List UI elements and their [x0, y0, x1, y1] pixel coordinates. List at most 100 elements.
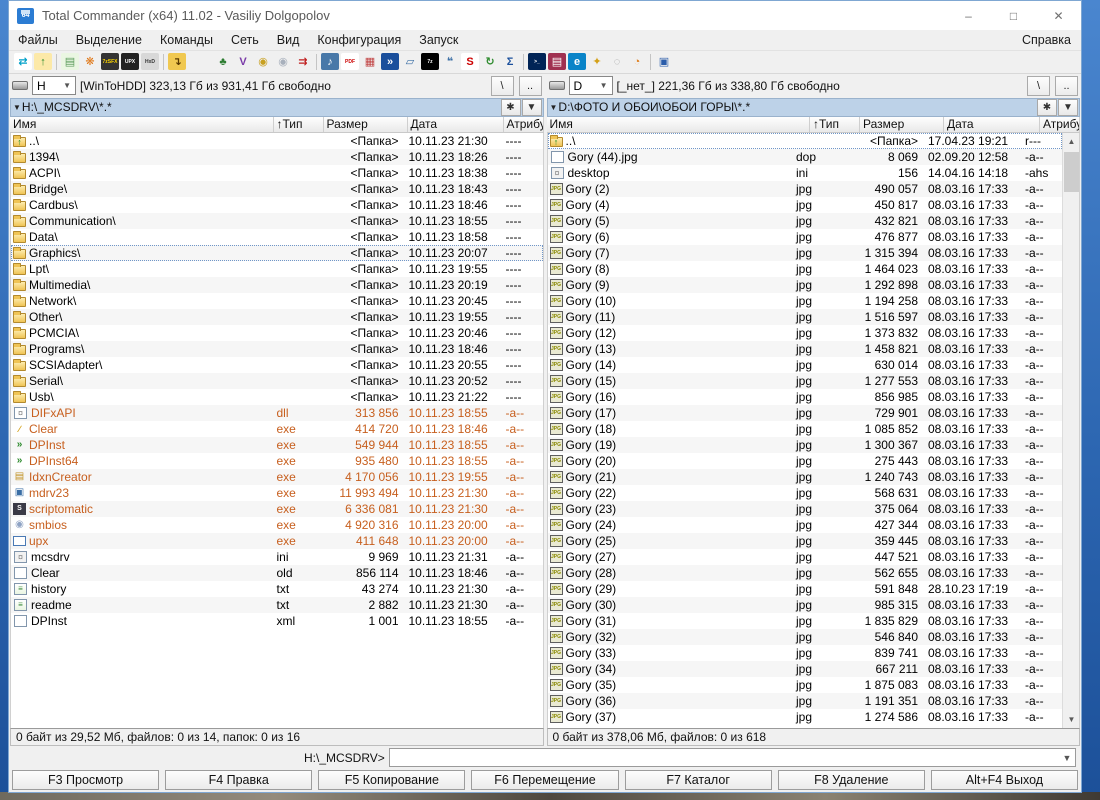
file-row[interactable]: JPG Gory (11) jpg 1 516 597 08.03.16 17:33 -a…: [547, 308, 1062, 325]
cd-silver-icon[interactable]: ◉: [274, 53, 292, 71]
left-drive-combo[interactable]: H ▼: [32, 76, 76, 96]
swap-panels-icon[interactable]: ⇄: [14, 53, 32, 71]
column-header-2[interactable]: Размер: [323, 116, 408, 132]
file-row[interactable]: JPG Gory (14) jpg 630 014 08.03.16 17:33 -a--: [548, 357, 1063, 373]
file-row[interactable]: JPG Gory (34) jpg 667 211 08.03.16 17:33 -a--: [547, 660, 1062, 677]
image-tool-icon[interactable]: ▦: [361, 53, 379, 71]
file-row[interactable]: Clear old 856 114 10.11.23 18:46 -a--: [11, 564, 543, 581]
file-row[interactable]: ▣ mdrv23 exe 11 993 494 10.11.23 21:30 -a--: [11, 485, 543, 501]
file-row[interactable]: DPInst xml 1 001 10.11.23 18:55 -a--: [11, 613, 543, 629]
speech-icon[interactable]: ❝: [441, 53, 459, 71]
scrollbar-thumb[interactable]: [1064, 151, 1079, 192]
upx-shell-icon[interactable]: UPX: [121, 53, 139, 71]
left-history-button[interactable]: ▼: [521, 98, 542, 116]
left-star-button[interactable]: ✱: [500, 98, 521, 116]
file-row[interactable]: ▤ IdxnCreator exe 4 170 056 10.11.23 19:55 -a…: [11, 468, 543, 485]
fn-button-1[interactable]: F4 Правка: [165, 770, 313, 790]
notes-icon[interactable]: ▤: [61, 53, 79, 71]
file-row[interactable]: JPG Gory (5) jpg 432 821 08.03.16 17:33 -a--: [547, 212, 1062, 229]
file-row[interactable]: ¤ DIFxAPI dll 313 856 10.11.23 18:55 -a--: [11, 404, 543, 421]
zip-folder-icon[interactable]: ▱: [401, 53, 419, 71]
menu-item-1[interactable]: Выделение: [67, 31, 151, 49]
scroll-up-icon[interactable]: ▲: [1063, 133, 1079, 150]
globe-icon[interactable]: ◌: [608, 53, 626, 71]
fn-button-6[interactable]: Alt+F4 Выход: [930, 770, 1078, 790]
fn-button-4[interactable]: F7 Каталог: [624, 770, 772, 790]
edge-icon[interactable]: e: [568, 53, 586, 71]
file-row[interactable]: Data\ <Папка> 10.11.23 18:58 ----: [11, 229, 543, 245]
file-row[interactable]: JPG Gory (30) jpg 985 315 08.03.16 17:33 -a--: [547, 596, 1062, 613]
file-row[interactable]: ↑ ..\ <Папка> 10.11.23 21:30 ----: [11, 133, 543, 149]
folder-up-icon[interactable]: ↑: [34, 53, 52, 71]
key-icon[interactable]: ✦: [588, 53, 606, 71]
mp3-icon[interactable]: ♪: [321, 53, 339, 71]
right-drive-combo[interactable]: D ▼: [568, 76, 613, 96]
file-row[interactable]: JPG Gory (15) jpg 1 277 553 08.03.16 17:33 -a…: [547, 372, 1062, 389]
file-row[interactable]: Cardbus\ <Папка> 10.11.23 18:46 ----: [11, 197, 543, 213]
file-row[interactable]: JPG Gory (21) jpg 1 240 743 08.03.16 17:33 -a…: [547, 468, 1062, 485]
fn-button-5[interactable]: F8 Удаление: [777, 770, 925, 790]
left-path-bar[interactable]: ▼ H:\_MCSDRV\*.* ✱ ▼: [10, 97, 544, 117]
file-row[interactable]: Serial\ <Папка> 10.11.23 20:52 ----: [11, 372, 543, 389]
file-row[interactable]: Usb\ <Папка> 10.11.23 21:22 ----: [11, 389, 543, 405]
right-star-button[interactable]: ✱: [1037, 98, 1057, 116]
menu-item-3[interactable]: Сеть: [222, 31, 268, 49]
file-row[interactable]: upx exe 411 648 10.11.23 20:00 -a--: [11, 532, 543, 549]
file-row[interactable]: Graphics\ <Папка> 10.11.23 20:07 ----: [11, 244, 543, 261]
column-header-1[interactable]: ↑Тип: [810, 116, 860, 132]
right-parent-button[interactable]: ..: [1055, 75, 1078, 96]
file-row[interactable]: JPG Gory (33) jpg 839 741 08.03.16 17:33 -a--: [548, 645, 1063, 661]
file-row[interactable]: JPG Gory (36) jpg 1 191 351 08.03.16 17:33 -a…: [547, 692, 1062, 709]
blue-arrows-icon[interactable]: »: [381, 53, 399, 71]
file-row[interactable]: » DPInst64 exe 935 480 10.11.23 18:55 -a--: [11, 453, 543, 469]
file-row[interactable]: 1394\ <Папка> 10.11.23 18:26 ----: [11, 148, 543, 165]
file-row[interactable]: JPG Gory (19) jpg 1 300 367 08.03.16 17:33 -a…: [547, 436, 1062, 453]
right-path-bar[interactable]: ▼ D:\ФОТО И ОБОИ\ОБОИ ГОРЫ\*.* ✱ ▼: [546, 97, 1080, 117]
right-history-button[interactable]: ▼: [1058, 98, 1078, 116]
file-row[interactable]: SCSIAdapter\ <Папка> 10.11.23 20:55 ----: [11, 357, 543, 373]
file-row[interactable]: JPG Gory (24) jpg 427 344 08.03.16 17:33 -a--: [548, 517, 1063, 533]
file-row[interactable]: Lpt\ <Папка> 10.11.23 19:55 ----: [11, 261, 543, 277]
left-parent-button[interactable]: ..: [518, 75, 542, 96]
compare-icon[interactable]: ⇉: [294, 53, 312, 71]
sigma-icon[interactable]: Σ: [501, 53, 519, 71]
menu-item-6[interactable]: Запуск: [410, 31, 467, 49]
minimize-button[interactable]: –: [946, 1, 991, 30]
column-header-2[interactable]: Размер: [860, 116, 944, 132]
file-row[interactable]: JPG Gory (4) jpg 450 817 08.03.16 17:33 -a--: [548, 197, 1063, 213]
sync-icon[interactable]: ↻: [481, 53, 499, 71]
fn-button-3[interactable]: F6 Перемещение: [471, 770, 619, 790]
7zip-icon[interactable]: 7z: [421, 53, 439, 71]
browser-icon[interactable]: ◔: [628, 53, 646, 71]
file-row[interactable]: » DPInst exe 549 944 10.11.23 18:55 -a--: [11, 436, 543, 453]
file-row[interactable]: ACPI\ <Папка> 10.11.23 18:38 ----: [11, 165, 543, 181]
file-row[interactable]: JPG Gory (27) jpg 447 521 08.03.16 17:33 -a--: [548, 549, 1063, 565]
file-row[interactable]: JPG Gory (35) jpg 1 875 083 08.03.16 17:33 -a…: [548, 677, 1063, 693]
file-row[interactable]: Network\ <Папка> 10.11.23 20:45 ----: [11, 293, 543, 309]
file-row[interactable]: JPG Gory (18) jpg 1 085 852 08.03.16 17:33 -a…: [548, 421, 1063, 437]
file-row[interactable]: JPG Gory (25) jpg 359 445 08.03.16 17:33 -a--: [547, 532, 1062, 549]
file-row[interactable]: JPG Gory (20) jpg 275 443 08.03.16 17:33 -a--: [548, 453, 1063, 469]
scroll-down-icon[interactable]: ▼: [1063, 711, 1079, 728]
cd-gold-icon[interactable]: ◉: [254, 53, 272, 71]
monitor-check-icon[interactable]: ▣: [655, 53, 673, 71]
file-row[interactable]: JPG Gory (23) jpg 375 064 08.03.16 17:33 -a--: [547, 500, 1062, 517]
file-row[interactable]: Sscriptomatic exe 6 336 081 10.11.23 21:30-…: [11, 500, 543, 517]
column-header-3[interactable]: Дата: [944, 116, 1040, 132]
file-row[interactable]: PCMCIA\ <Папка> 10.11.23 20:46 ----: [11, 325, 543, 341]
column-header-4[interactable]: Атрибу: [1040, 116, 1080, 132]
column-header-4[interactable]: Атрибу: [503, 116, 544, 132]
powershell-icon[interactable]: >_: [528, 53, 546, 71]
file-row[interactable]: ◉ smbios exe 4 920 316 10.11.23 20:00 -a--: [11, 517, 543, 533]
menu-item-2[interactable]: Команды: [151, 31, 222, 49]
file-row[interactable]: JPG Gory (22) jpg 568 631 08.03.16 17:33 -a--: [548, 485, 1063, 501]
file-row[interactable]: ≡ history txt 43 274 10.11.23 21:30 -a--: [11, 581, 543, 597]
file-row[interactable]: JPG Gory (17) jpg 729 901 08.03.16 17:33 -a--: [547, 404, 1062, 421]
file-row[interactable]: JPG Gory (9) jpg 1 292 898 08.03.16 17:33 -a-…: [547, 276, 1062, 293]
left-root-button[interactable]: \: [490, 75, 514, 96]
file-row[interactable]: Multimedia\ <Папка> 10.11.23 20:19 ----: [11, 276, 543, 293]
file-row[interactable]: Other\ <Папка> 10.11.23 19:55 ----: [11, 308, 543, 325]
file-row[interactable]: Gory (44).jpg dop 8 069 02.09.20 12:58 -a--: [547, 148, 1062, 165]
file-row[interactable]: JPG Gory (29) jpg 591 848 28.10.23 17:19 -a--: [548, 581, 1063, 597]
column-header-0[interactable]: Имя: [10, 116, 274, 132]
